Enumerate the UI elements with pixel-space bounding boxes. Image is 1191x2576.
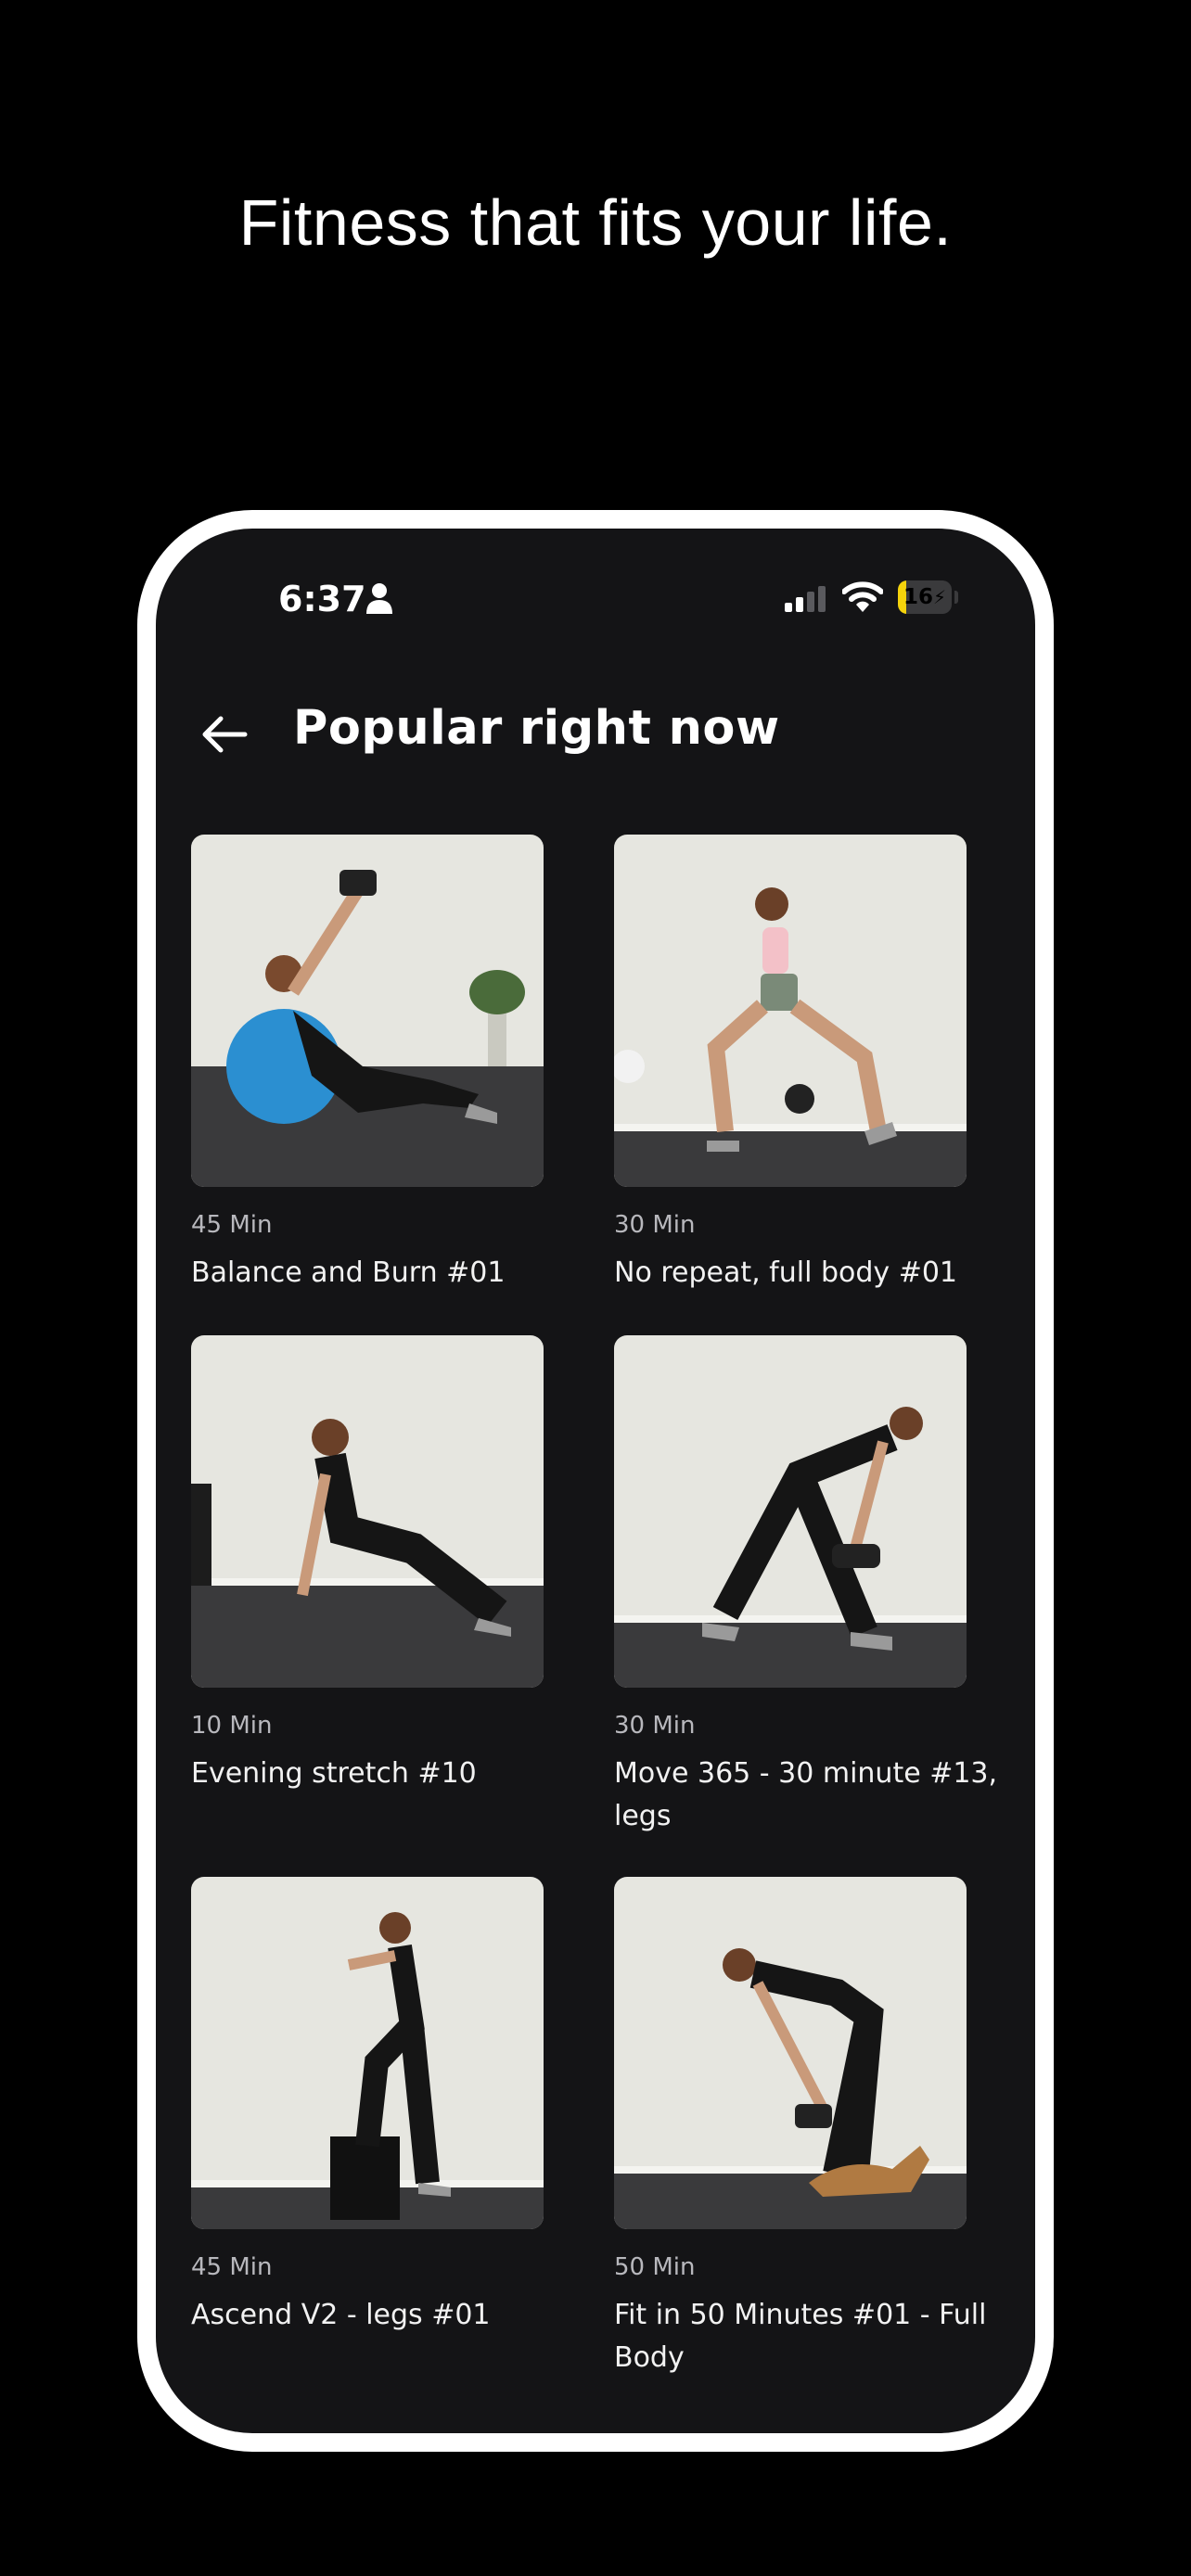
workout-duration: 45 Min [191, 2253, 273, 2281]
phone-frame: 6:37 16 ⚡ Popular right now 45 Min Balan… [137, 510, 1054, 2452]
workout-title[interactable]: Fit in 50 Minutes #01 - Full Body [614, 2294, 1004, 2379]
page-header: Popular right now [156, 692, 1035, 775]
workout-title[interactable]: Ascend V2 - legs #01 [191, 2294, 581, 2337]
workout-duration: 45 Min [191, 1211, 273, 1239]
workout-thumbnail[interactable] [191, 1877, 544, 2229]
workout-title[interactable]: Evening stretch #10 [191, 1753, 581, 1795]
arrow-left-icon[interactable] [197, 707, 252, 762]
battery-tip [954, 591, 958, 604]
app-screen: 6:37 16 ⚡ Popular right now 45 Min Balan… [156, 529, 1035, 2433]
workout-duration: 10 Min [191, 1712, 273, 1740]
workout-title[interactable]: Balance and Burn #01 [191, 1252, 581, 1294]
status-time: 6:37 [278, 579, 366, 619]
status-bar: 6:37 16 ⚡ [156, 529, 1035, 640]
workout-thumbnail[interactable] [191, 1335, 544, 1688]
workout-duration: 30 Min [614, 1211, 696, 1239]
page-title: Popular right now [293, 701, 780, 756]
wifi-icon [842, 581, 883, 612]
bolt-icon: ⚡ [932, 586, 947, 608]
workout-title[interactable]: No repeat, full body #01 [614, 1252, 1004, 1294]
workout-thumbnail[interactable] [191, 835, 544, 1187]
battery-level-text: 16 [903, 585, 933, 609]
battery-charging-icon: 16 ⚡ [898, 580, 952, 614]
workout-title[interactable]: Move 365 - 30 minute #13, legs [614, 1753, 1004, 1838]
workout-thumbnail[interactable] [614, 835, 967, 1187]
workout-duration: 50 Min [614, 2253, 696, 2281]
workout-duration: 30 Min [614, 1712, 696, 1740]
person-icon [366, 583, 392, 614]
workout-thumbnail[interactable] [614, 1335, 967, 1688]
marketing-tagline: Fitness that fits your life. [238, 186, 953, 259]
cellular-signal-icon [785, 586, 826, 612]
workout-thumbnail[interactable] [614, 1877, 967, 2229]
